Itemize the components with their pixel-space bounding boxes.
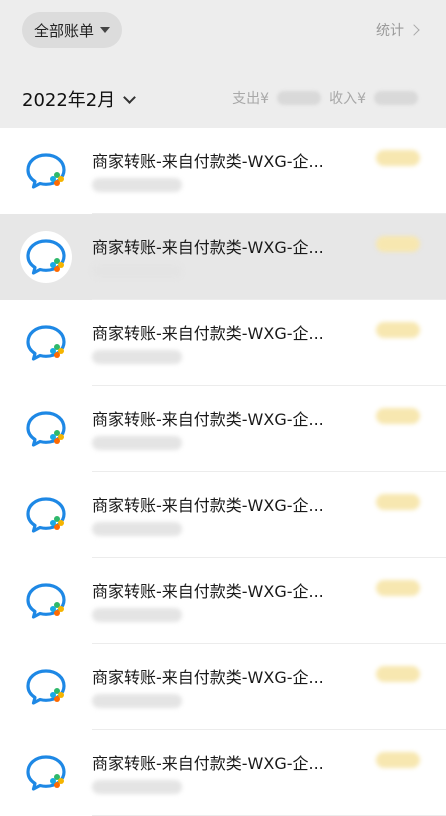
month-summary: 支出¥ 收入¥ [232,88,418,108]
transaction-time-redacted [92,694,182,708]
wechat-work-icon [20,145,72,197]
month-label: 2022年2月 [22,90,116,111]
income-amount-redacted [374,91,418,105]
transaction-row[interactable]: 商家转账-来自付款类-WXG-企... [0,214,446,300]
transaction-amount-redacted [376,408,420,424]
caret-down-icon [100,27,110,33]
transaction-list: 商家转账-来自付款类-WXG-企... 商家转账-来自付款类-WXG-企... 商家… [0,128,446,816]
bill-filter-label: 全部账单 [33,21,94,40]
transaction-row[interactable]: 商家转账-来自付款类-WXG-企... [0,300,446,386]
month-summary-bar: 2022年2月 支出¥ 收入¥ [0,68,446,128]
transaction-amount-redacted [376,236,420,252]
transaction-amount-redacted [376,580,420,596]
transaction-time-redacted [92,608,182,622]
transaction-title: 商家转账-来自付款类-WXG-企... [92,410,324,429]
wechat-work-icon [20,747,72,799]
month-selector[interactable]: 2022年2月 [22,86,137,112]
transaction-row[interactable]: 商家转账-来自付款类-WXG-企... [0,472,446,558]
transaction-title: 商家转账-来自付款类-WXG-企... [92,668,324,687]
transaction-row[interactable]: 商家转账-来自付款类-WXG-企... [0,128,446,214]
top-bar: 全部账单 统计 [0,0,446,68]
transaction-row[interactable]: 商家转账-来自付款类-WXG-企... [0,558,446,644]
expense-label: 支出¥ [232,91,270,107]
transaction-time-redacted [92,522,182,536]
transaction-time-redacted [92,350,182,364]
wechat-work-icon [20,403,72,455]
wechat-work-icon [20,575,72,627]
chevron-right-icon [408,24,420,36]
transaction-row[interactable]: 商家转账-来自付款类-WXG-企... [0,644,446,730]
transaction-amount-redacted [376,752,420,768]
transaction-time-redacted [92,436,182,450]
transaction-amount-redacted [376,666,420,682]
transaction-title: 商家转账-来自付款类-WXG-企... [92,324,324,343]
wechat-work-icon [20,489,72,541]
wechat-work-icon [20,661,72,713]
wechat-work-icon [20,231,72,283]
transaction-row[interactable]: 商家转账-来自付款类-WXG-企... [0,730,446,816]
transaction-amount-redacted [376,322,420,338]
chevron-down-icon [123,90,137,104]
transaction-amount-redacted [376,494,420,510]
transaction-title: 商家转账-来自付款类-WXG-企... [92,582,324,601]
transaction-amount-redacted [376,150,420,166]
transaction-title: 商家转账-来自付款类-WXG-企... [92,238,324,257]
bill-filter-button[interactable]: 全部账单 [22,12,122,48]
transaction-title: 商家转账-来自付款类-WXG-企... [92,754,324,773]
expense-amount-redacted [277,91,322,105]
transaction-row[interactable]: 商家转账-来自付款类-WXG-企... [0,386,446,472]
stats-link[interactable]: 统计 [376,20,420,40]
transaction-time-redacted [92,178,182,192]
income-label: 收入¥ [329,91,366,107]
transaction-title: 商家转账-来自付款类-WXG-企... [92,152,324,171]
transaction-time-redacted [92,780,182,794]
transaction-title: 商家转账-来自付款类-WXG-企... [92,496,324,515]
stats-label: 统计 [376,23,404,39]
transaction-time-redacted [92,264,182,278]
wechat-work-icon [20,317,72,369]
